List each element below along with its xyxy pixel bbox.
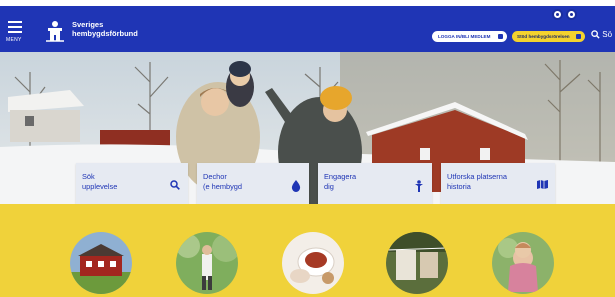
search-icon [170,180,180,190]
login-button[interactable]: LOGGA IN/BLI MEDLEM [432,31,507,42]
user-icon [498,34,503,39]
category-children[interactable] [492,232,554,294]
search-button[interactable]: Sö [591,30,612,39]
category-nature[interactable] [176,232,238,294]
heart-icon [576,34,581,39]
menu-label: MENY [6,37,22,43]
card-label: Sök upplevelse [82,172,117,192]
card-line-2: historia [447,182,471,191]
card-search-experience[interactable]: Sök upplevelse [76,163,188,207]
map-icon [537,180,548,190]
drop-icon [291,180,301,192]
site-header: MENY Sveriges hembygdsförbund LOGGA IN/B… [0,6,615,52]
card-hembygd[interactable]: Dechor (e hembygd [197,163,309,207]
card-line-1: Sök [82,172,95,181]
category-fika[interactable] [282,232,344,294]
card-label: Utforska platserna historia [447,172,507,192]
card-explore-history[interactable]: Utforska platserna historia [441,163,555,207]
card-line-1: Dechor [203,172,227,181]
card-engage[interactable]: Engagera dig [318,163,432,207]
search-label: Sö [602,30,613,39]
window-control-left[interactable] [552,9,563,20]
brand-line-2: hembygdsförbund [72,29,138,38]
card-label: Dechor (e hembygd [203,172,242,192]
card-line-2: dig [324,182,334,191]
category-textile[interactable] [386,232,448,294]
search-icon [591,30,600,39]
support-button[interactable]: Stöd hembygdsrörelsen [512,31,585,42]
brand-line-1: Sveriges [72,20,104,29]
card-label: Engagera dig [324,172,356,192]
category-red-house[interactable] [70,232,132,294]
card-line-2: (e hembygd [203,182,243,191]
login-label: LOGGA IN/BLI MEDLEM [438,34,491,39]
logo-icon[interactable] [44,19,66,43]
brand-name[interactable]: Sveriges hembygdsförbund [72,20,162,38]
support-label: Stöd hembygdsrörelsen [517,34,570,39]
person-icon [414,180,424,192]
window-control-right[interactable] [566,9,577,20]
card-line-1: Engagera [324,172,357,181]
card-line-2: upplevelse [82,182,118,191]
card-line-1: Utforska platserna [447,172,507,181]
